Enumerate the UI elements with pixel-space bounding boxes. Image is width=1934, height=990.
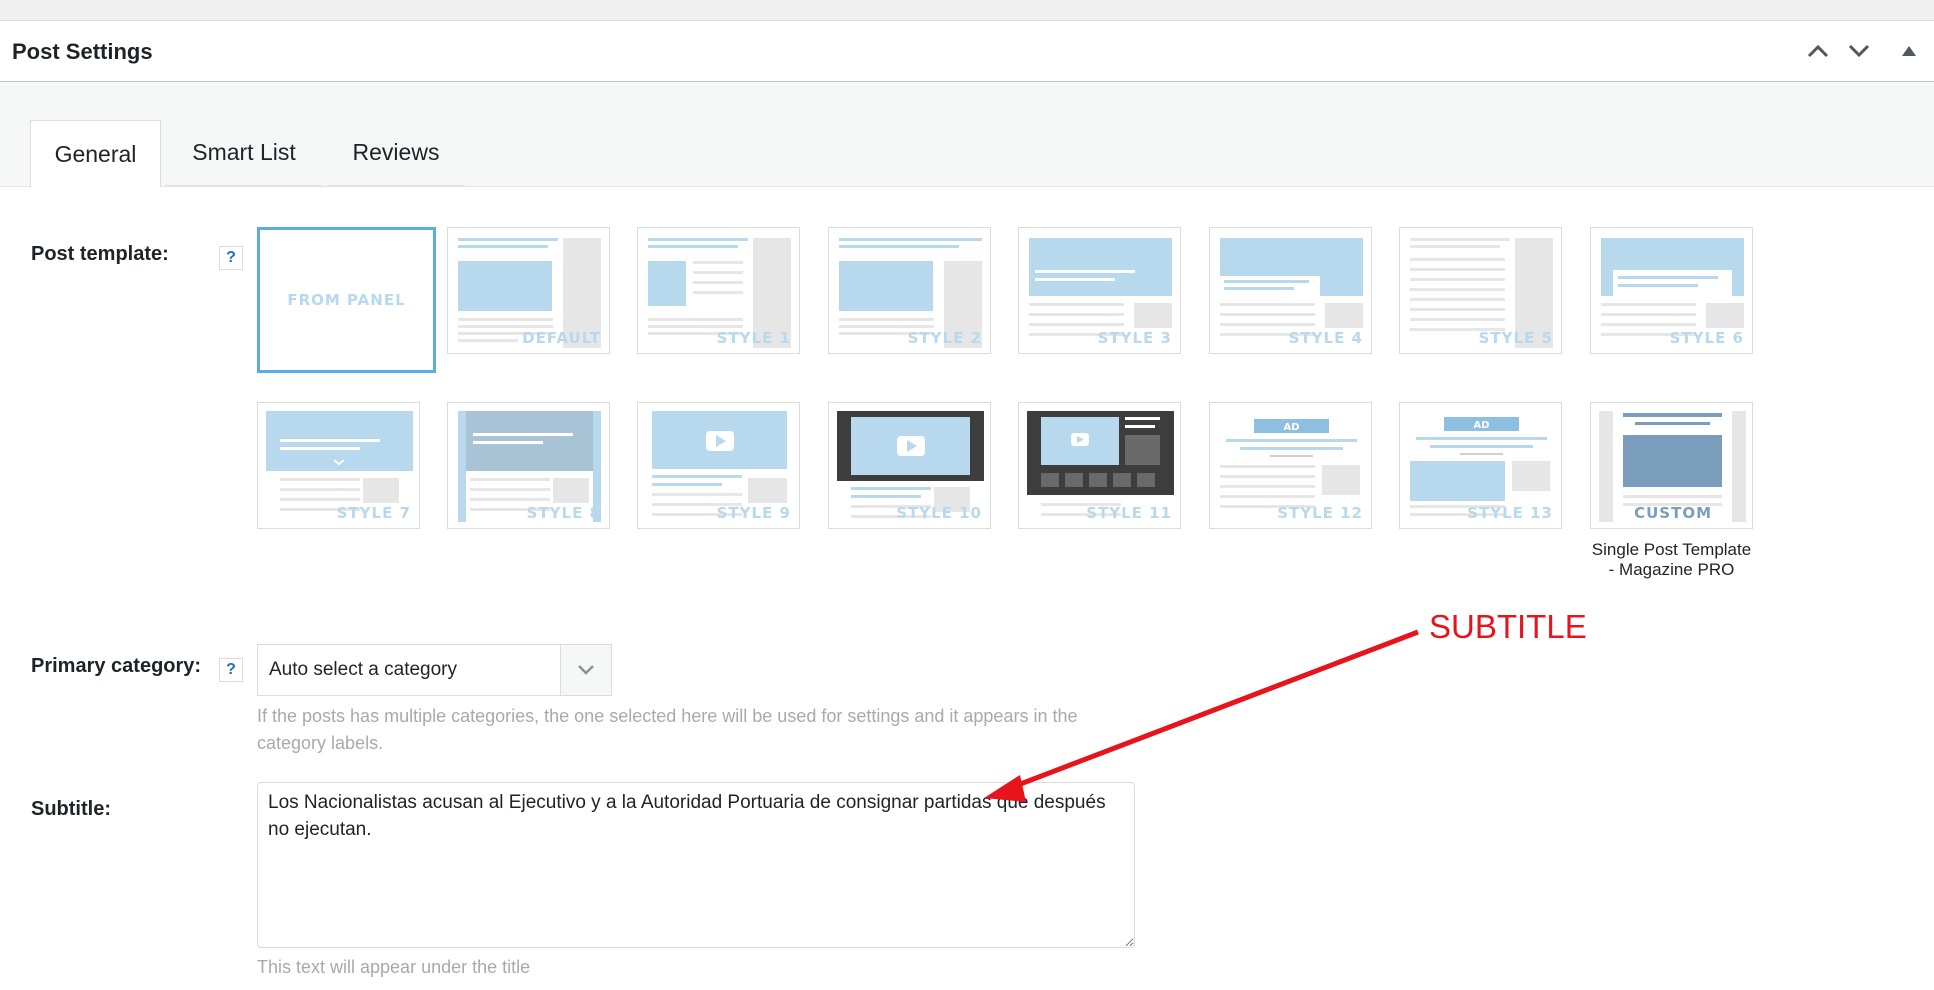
template-caption: STYLE 8: [526, 504, 601, 522]
template-from-panel[interactable]: FROM PANEL: [257, 227, 436, 373]
template-caption: STYLE 7: [336, 504, 411, 522]
template-caption: STYLE 1: [716, 329, 791, 347]
template-caption: STYLE 13: [1467, 504, 1553, 522]
template-style-9[interactable]: STYLE 9: [637, 402, 800, 529]
primary-category-value: Auto select a category: [269, 659, 457, 680]
post-template-label: Post template:: [31, 243, 169, 265]
move-up-button[interactable]: [1802, 35, 1834, 67]
subtitle-hint: This text will appear under the title: [257, 957, 531, 977]
primary-category-select[interactable]: Auto select a category: [257, 644, 612, 696]
chevron-down-icon: [578, 665, 594, 675]
template-style-7[interactable]: STYLE 7: [257, 402, 420, 529]
template-caption: STYLE 11: [1086, 504, 1172, 522]
template-caption: STYLE 4: [1288, 329, 1363, 347]
template-caption: STYLE 10: [896, 504, 982, 522]
triangle-up-icon: [1902, 46, 1916, 56]
toggle-panel-button[interactable]: [1893, 35, 1925, 67]
select-arrow[interactable]: [560, 645, 611, 695]
template-style-8[interactable]: STYLE 8: [447, 402, 610, 529]
template-caption: CUSTOM: [1634, 504, 1712, 522]
tab-general[interactable]: General: [30, 120, 161, 187]
post-template-help-button[interactable]: ?: [219, 246, 243, 270]
panel-header: Post Settings: [0, 21, 1934, 82]
template-caption: STYLE 3: [1097, 329, 1172, 347]
tab-smart-list[interactable]: Smart List: [165, 120, 323, 186]
template-caption: STYLE 2: [907, 329, 982, 347]
chevron-up-icon: [1807, 44, 1829, 58]
template-style-12[interactable]: AD STYLE 12: [1209, 402, 1372, 529]
panel-title: Post Settings: [12, 39, 153, 64]
custom-template-note: Single Post Template - Magazine PRO: [1591, 540, 1752, 579]
ad-label: AD: [1473, 420, 1489, 431]
template-caption: STYLE 5: [1478, 329, 1553, 347]
template-style-13[interactable]: AD STYLE 13: [1399, 402, 1562, 529]
template-default[interactable]: DEFAULT: [447, 227, 610, 354]
tab-reviews[interactable]: Reviews: [327, 120, 465, 186]
template-style-2[interactable]: STYLE 2: [828, 227, 991, 354]
template-caption: FROM PANEL: [287, 291, 406, 309]
template-style-11[interactable]: STYLE 11: [1018, 402, 1181, 529]
chevron-down-icon: [1848, 44, 1870, 58]
template-caption: STYLE 9: [716, 504, 791, 522]
primary-category-hint: If the posts has multiple categories, th…: [257, 706, 1078, 753]
template-caption: STYLE 12: [1277, 504, 1363, 522]
template-style-3[interactable]: STYLE 3: [1018, 227, 1181, 354]
primary-category-help-button[interactable]: ?: [219, 658, 243, 682]
annotation-label: SUBTITLE: [1429, 608, 1587, 645]
template-caption: STYLE 6: [1669, 329, 1744, 347]
template-style-5[interactable]: STYLE 5: [1399, 227, 1562, 354]
subtitle-label: Subtitle:: [31, 798, 111, 820]
primary-category-label: Primary category:: [31, 655, 202, 677]
subtitle-textarea[interactable]: Los Nacionalistas acusan al Ejecutivo y …: [257, 782, 1135, 948]
template-style-1[interactable]: STYLE 1: [637, 227, 800, 354]
top-strip: [0, 0, 1934, 21]
template-style-6[interactable]: STYLE 6: [1590, 227, 1753, 354]
ad-label: AD: [1283, 422, 1299, 433]
template-custom[interactable]: CUSTOM: [1590, 402, 1753, 529]
template-caption: DEFAULT: [522, 329, 601, 347]
move-down-button[interactable]: [1843, 35, 1875, 67]
template-style-10[interactable]: STYLE 10: [828, 402, 991, 529]
tabs-bar: General Smart List Reviews: [0, 82, 1934, 187]
template-style-4[interactable]: STYLE 4: [1209, 227, 1372, 354]
